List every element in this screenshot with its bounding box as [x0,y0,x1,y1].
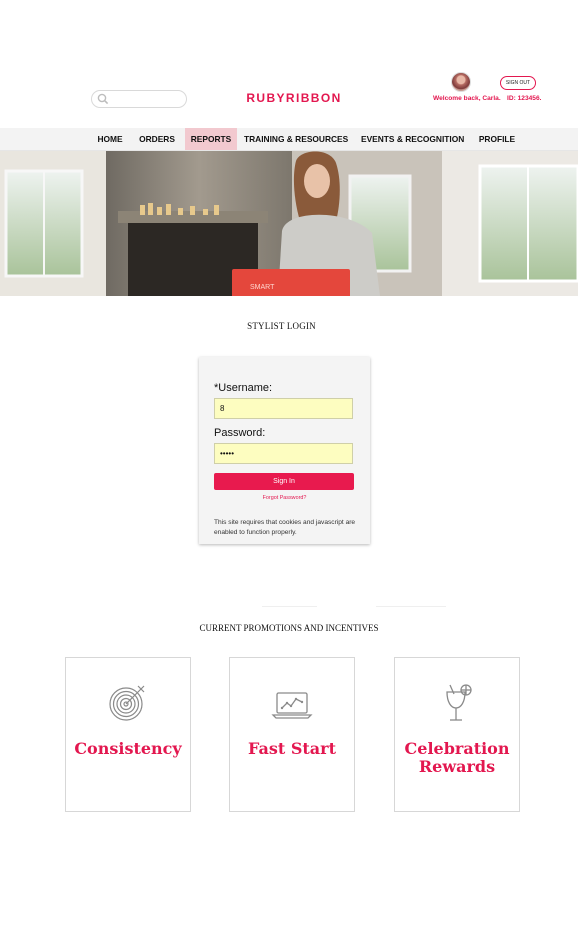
promo-title-celebration: Celebration [404,739,510,758]
password-input[interactable]: ••••• [214,443,353,464]
cocktail-glass-icon [446,684,472,721]
svg-text:SMART: SMART [250,284,275,291]
username-label: *Username: [214,382,273,394]
cookies-notice: This site requires that cookies and java… [214,519,356,536]
sign-in-button[interactable]: Sign In [214,473,354,490]
divider [262,606,317,607]
nav-home[interactable]: HOME [92,128,128,150]
main-nav: HOME ORDERS REPORTS TRAINING & RESOURCES… [0,128,578,151]
welcome-message: Welcome back, Carla. [433,95,501,102]
hero-photo: SMART [0,151,578,296]
promo-card-fast-start[interactable]: Fast Start [229,657,355,812]
promo-title-consistency: Consistency [74,739,182,758]
promo-card-celebration-rewards[interactable]: Celebration Rewards [394,657,520,812]
nav-orders[interactable]: ORDERS [136,128,178,150]
laptop-chart-icon [271,692,313,719]
login-card: *Username: 8 Password: ••••• Sign In For… [199,357,370,544]
forgot-password-link[interactable]: Forgot Password? [199,495,370,501]
hero-banner: SMART [0,151,578,296]
nav-reports[interactable]: REPORTS [185,128,237,150]
password-label: Password: [214,427,266,439]
promo-title-fast-start: Fast Start [248,739,336,758]
promo-title-rewards: Rewards [418,757,496,776]
target-icon [109,685,145,721]
promo-card-consistency[interactable]: Consistency [65,657,191,812]
sign-out-button[interactable]: SIGN OUT [500,76,536,90]
divider [376,606,446,607]
username-input[interactable]: 8 [214,398,353,419]
nav-training-resources[interactable]: TRAINING & RESOURCES [244,128,348,150]
user-id: ID: 123456. [507,95,542,102]
login-heading: STYLIST LOGIN [247,321,316,331]
avatar[interactable] [451,72,471,92]
nav-events-recognition[interactable]: EVENTS & RECOGNITION [361,128,464,150]
nav-profile[interactable]: PROFILE [477,128,517,150]
promotions-heading: CURRENT PROMOTIONS AND INCENTIVES [199,623,379,633]
